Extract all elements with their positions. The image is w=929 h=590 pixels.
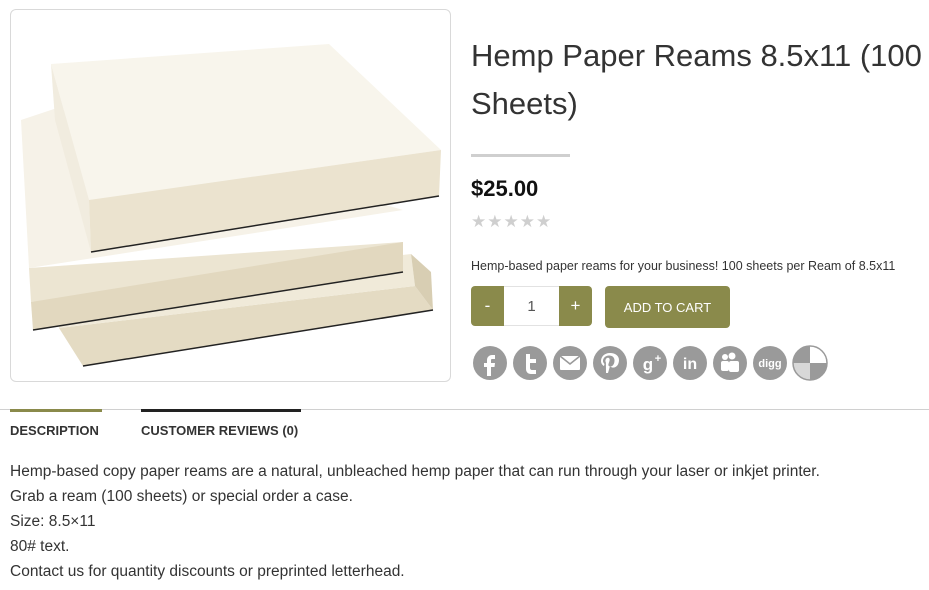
- facebook-icon[interactable]: [472, 345, 508, 381]
- quantity-stepper: - +: [471, 286, 592, 326]
- myspace-icon[interactable]: [712, 345, 748, 381]
- email-icon[interactable]: [552, 345, 588, 381]
- social-share-bar: g + in digg: [472, 345, 828, 381]
- digg-icon[interactable]: digg: [752, 345, 788, 381]
- svg-text:g: g: [643, 355, 653, 374]
- quantity-decrease-button[interactable]: -: [471, 286, 504, 326]
- paper-reams-image: [21, 44, 441, 367]
- svg-text:digg: digg: [758, 358, 781, 370]
- active-tab-indicator: [10, 409, 102, 412]
- tab-indicator: [141, 409, 301, 412]
- description-line: Hemp-based copy paper reams are a natura…: [10, 463, 820, 480]
- title-divider: [471, 154, 570, 157]
- description-panel: Hemp-based copy paper reams are a natura…: [10, 459, 820, 584]
- google-plus-icon[interactable]: g +: [632, 345, 668, 381]
- short-description: Hemp-based paper reams for your business…: [471, 259, 896, 273]
- description-line: Contact us for quantity discounts or pre…: [10, 563, 405, 580]
- svg-text:in: in: [683, 356, 697, 373]
- pinterest-icon[interactable]: [592, 345, 628, 381]
- svg-text:+: +: [655, 353, 661, 365]
- twitter-icon[interactable]: [512, 345, 548, 381]
- tab-description-label: DESCRIPTION: [10, 423, 99, 438]
- linkedin-icon[interactable]: in: [672, 345, 708, 381]
- quantity-increase-button[interactable]: +: [559, 286, 592, 326]
- description-line: Size: 8.5×11: [10, 513, 96, 530]
- description-line: 80# text.: [10, 538, 70, 555]
- product-image[interactable]: [10, 9, 451, 382]
- description-line: Grab a ream (100 sheets) or special orde…: [10, 488, 353, 505]
- rating-stars[interactable]: ★★★★★: [471, 212, 552, 232]
- tab-customer-reviews-label: CUSTOMER REVIEWS (0): [141, 423, 299, 438]
- delicious-icon[interactable]: [792, 345, 828, 381]
- tabs-divider: [0, 409, 929, 410]
- product-title: Hemp Paper Reams 8.5x11 (100 Sheets): [471, 38, 922, 121]
- product-price: $25.00: [471, 176, 539, 201]
- quantity-input[interactable]: [504, 286, 559, 326]
- add-to-cart-button[interactable]: ADD TO CART: [605, 286, 730, 328]
